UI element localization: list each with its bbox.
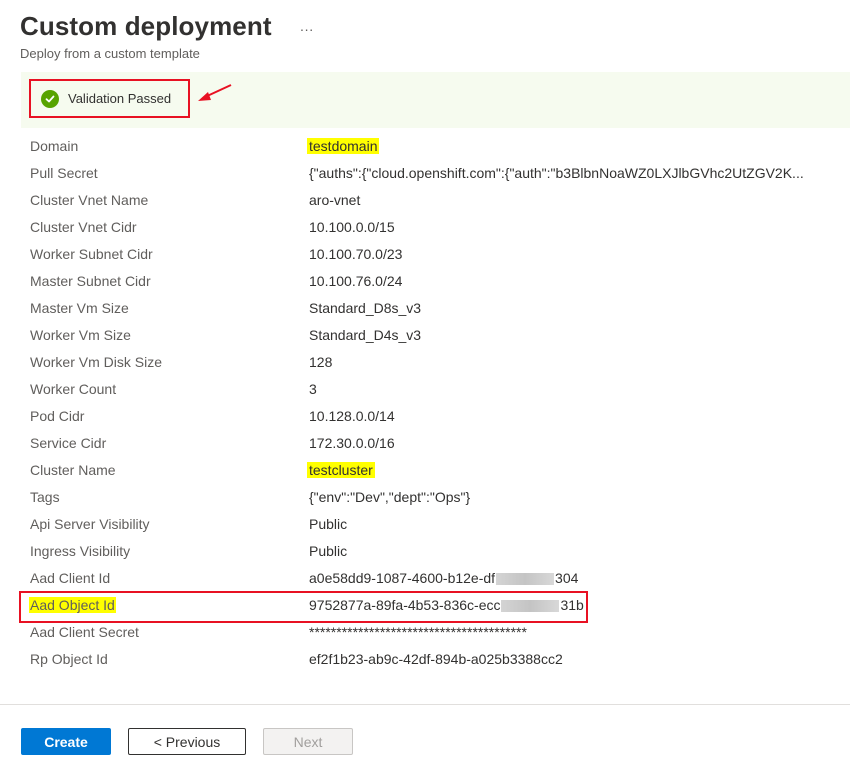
annotation-arrow-icon — [198, 84, 232, 101]
page-header: Custom deployment ··· Deploy from a cust… — [20, 8, 314, 61]
field-label: Master Vm Size — [30, 299, 129, 316]
validation-status-text: Validation Passed — [68, 91, 172, 106]
field-value: 128 — [309, 353, 333, 370]
field-row-worker-count: Worker Count 3 — [30, 375, 830, 402]
field-value: testcluster — [307, 461, 375, 478]
field-label: Cluster Name — [30, 461, 116, 478]
field-label: Aad Client Secret — [30, 623, 139, 640]
field-row-cluster-name: Cluster Name testcluster — [30, 456, 830, 483]
field-row-cluster-vnet-cidr: Cluster Vnet Cidr 10.100.0.0/15 — [30, 213, 830, 240]
field-label: Api Server Visibility — [30, 515, 150, 532]
field-value: 10.128.0.0/14 — [309, 407, 395, 424]
field-row-aad-object-id: Aad Object Id 9752877a-89fa-4b53-836c-ec… — [19, 591, 830, 623]
validation-status: Validation Passed — [29, 79, 190, 118]
next-button: Next — [263, 728, 353, 755]
field-label: Worker Subnet Cidr — [30, 245, 153, 262]
field-value: {"auths":{"cloud.openshift.com":{"auth":… — [309, 164, 804, 181]
field-row-domain: Domain testdomain — [30, 132, 830, 159]
footer-divider — [0, 704, 850, 705]
field-value: Standard_D4s_v3 — [309, 326, 422, 343]
field-value: {"env":"Dev","dept":"Ops"} — [309, 488, 471, 505]
field-row-worker-vm-disk-size: Worker Vm Disk Size 128 — [30, 348, 830, 375]
field-value: ef2f1b23-ab9c-42df-894b-a025b3388cc2 — [309, 650, 563, 667]
field-label: Tags — [30, 488, 60, 505]
field-value: 172.30.0.0/16 — [309, 434, 395, 451]
field-label: Master Subnet Cidr — [30, 272, 151, 289]
field-value: **************************************** — [309, 623, 527, 640]
wizard-footer: Create < Previous Next — [21, 728, 353, 755]
field-row-pod-cidr: Pod Cidr 10.128.0.0/14 — [30, 402, 830, 429]
field-value: 3 — [309, 380, 317, 397]
field-value-suffix: 31b — [560, 596, 584, 613]
page-title: Custom deployment — [20, 11, 272, 41]
field-label-wrap: Aad Object Id — [29, 596, 309, 613]
field-row-aad-client-id: Aad Client Id a0e58dd9-1087-4600-b12e-df… — [30, 564, 830, 591]
field-label: Worker Count — [30, 380, 117, 397]
field-row-worker-subnet-cidr: Worker Subnet Cidr 10.100.70.0/23 — [30, 240, 830, 267]
field-value: testdomain — [307, 137, 380, 154]
field-label: Rp Object Id — [30, 650, 108, 667]
field-value: a0e58dd9-1087-4600-b12e-df 304 — [309, 570, 578, 586]
field-value: aro-vnet — [309, 191, 361, 208]
field-row-master-vm-size: Master Vm Size Standard_D8s_v3 — [30, 294, 830, 321]
field-value: 9752877a-89fa-4b53-836c-ecc 31b — [309, 597, 584, 613]
field-value: 10.100.70.0/23 — [309, 245, 403, 262]
page-subtitle: Deploy from a custom template — [20, 46, 200, 61]
field-label: Aad Object Id — [29, 596, 116, 613]
field-row-service-cidr: Service Cidr 172.30.0.0/16 — [30, 429, 830, 456]
field-row-worker-vm-size: Worker Vm Size Standard_D4s_v3 — [30, 321, 830, 348]
field-label: Pod Cidr — [30, 407, 85, 424]
previous-button[interactable]: < Previous — [128, 728, 246, 755]
field-row-ingress-visibility: Ingress Visibility Public — [30, 537, 830, 564]
field-label: Cluster Vnet Cidr — [30, 218, 137, 235]
field-label: Domain — [30, 137, 79, 154]
redacted-blur — [501, 599, 560, 612]
field-value-prefix: a0e58dd9-1087-4600-b12e-df — [309, 569, 496, 586]
field-row-rp-object-id: Rp Object Id ef2f1b23-ab9c-42df-894b-a02… — [30, 645, 830, 672]
field-row-api-server-visibility: Api Server Visibility Public — [30, 510, 830, 537]
field-label: Service Cidr — [30, 434, 107, 451]
create-button[interactable]: Create — [21, 728, 111, 755]
field-value: Public — [309, 515, 348, 532]
field-value: 10.100.76.0/24 — [309, 272, 403, 289]
field-row-cluster-vnet-name: Cluster Vnet Name aro-vnet — [30, 186, 830, 213]
field-label: Pull Secret — [30, 164, 98, 181]
field-row-tags: Tags {"env":"Dev","dept":"Ops"} — [30, 483, 830, 510]
field-label: Cluster Vnet Name — [30, 191, 149, 208]
field-value: 10.100.0.0/15 — [309, 218, 395, 235]
field-row-pull-secret: Pull Secret {"auths":{"cloud.openshift.c… — [30, 159, 830, 186]
field-value-prefix: 9752877a-89fa-4b53-836c-ecc — [309, 596, 501, 613]
field-label: Ingress Visibility — [30, 542, 131, 559]
field-label: Worker Vm Disk Size — [30, 353, 162, 370]
field-value: Public — [309, 542, 348, 559]
field-row-master-subnet-cidr: Master Subnet Cidr 10.100.76.0/24 — [30, 267, 830, 294]
field-value-suffix: 304 — [555, 569, 579, 586]
field-value: Standard_D8s_v3 — [309, 299, 422, 316]
more-options-button[interactable]: ··· — [300, 14, 314, 44]
field-label: Aad Client Id — [30, 569, 111, 586]
field-row-aad-client-secret: Aad Client Secret **********************… — [30, 618, 830, 645]
field-label: Worker Vm Size — [30, 326, 131, 343]
check-circle-icon — [41, 89, 59, 108]
summary-list: Domain testdomain Pull Secret {"auths":{… — [19, 132, 830, 672]
redacted-blur — [496, 572, 555, 585]
